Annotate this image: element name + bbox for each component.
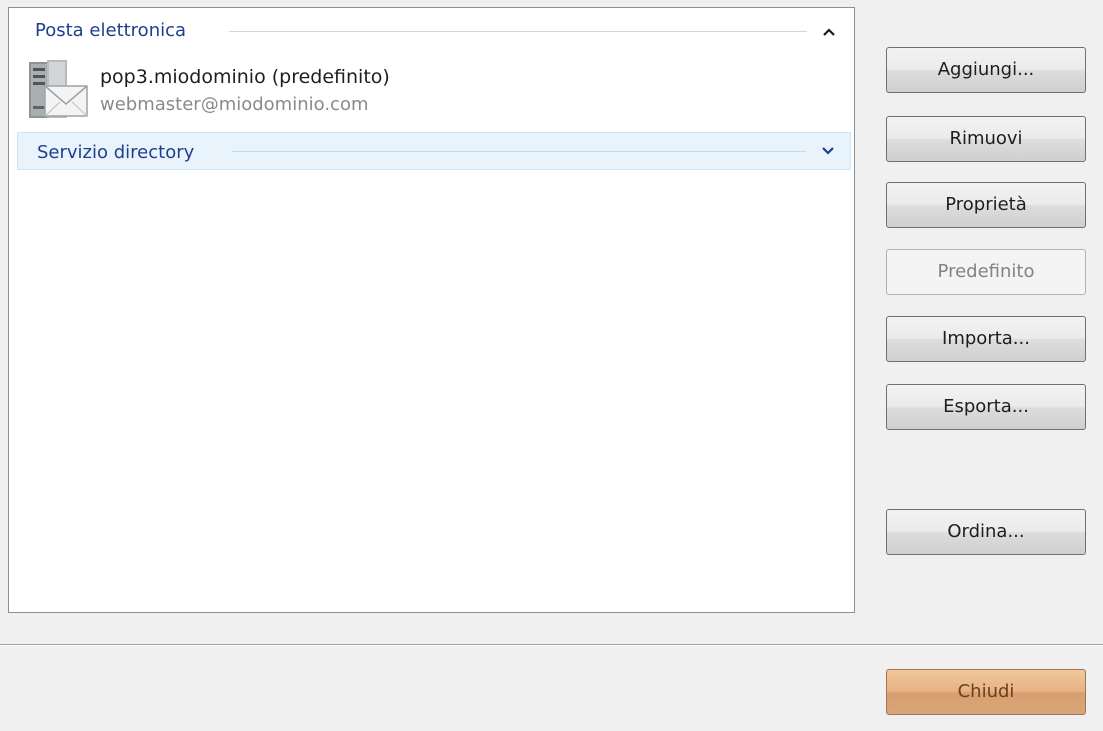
chevron-up-icon[interactable] (823, 27, 835, 37)
account-address: webmaster@miodominio.com (100, 94, 369, 115)
properties-button[interactable]: Proprietà (886, 182, 1086, 228)
close-button[interactable]: Chiudi (886, 669, 1086, 715)
footer-separator (0, 644, 1103, 646)
accounts-list[interactable]: Posta elettronica pop3.miodominio (prede… (8, 7, 855, 613)
group-title-directory: Servizio directory (37, 142, 195, 163)
add-button[interactable]: Aggiungi... (886, 47, 1086, 93)
account-item[interactable]: pop3.miodominio (predefinito) webmaster@… (17, 52, 851, 132)
remove-button[interactable]: Rimuovi (886, 116, 1086, 162)
account-name: pop3.miodominio (predefinito) (100, 66, 390, 88)
group-title-email: Posta elettronica (35, 20, 187, 41)
set-default-button[interactable]: Predefinito (886, 249, 1086, 295)
export-button[interactable]: Esporta... (886, 384, 1086, 430)
sort-button[interactable]: Ordina... (886, 509, 1086, 555)
group-header-directory[interactable]: Servizio directory (17, 132, 851, 170)
group-divider-line (232, 151, 806, 152)
group-header-email[interactable]: Posta elettronica (17, 16, 851, 48)
chevron-down-icon[interactable] (822, 146, 834, 156)
import-button[interactable]: Importa... (886, 316, 1086, 362)
group-divider-line (229, 31, 807, 32)
mail-server-icon (27, 58, 89, 122)
